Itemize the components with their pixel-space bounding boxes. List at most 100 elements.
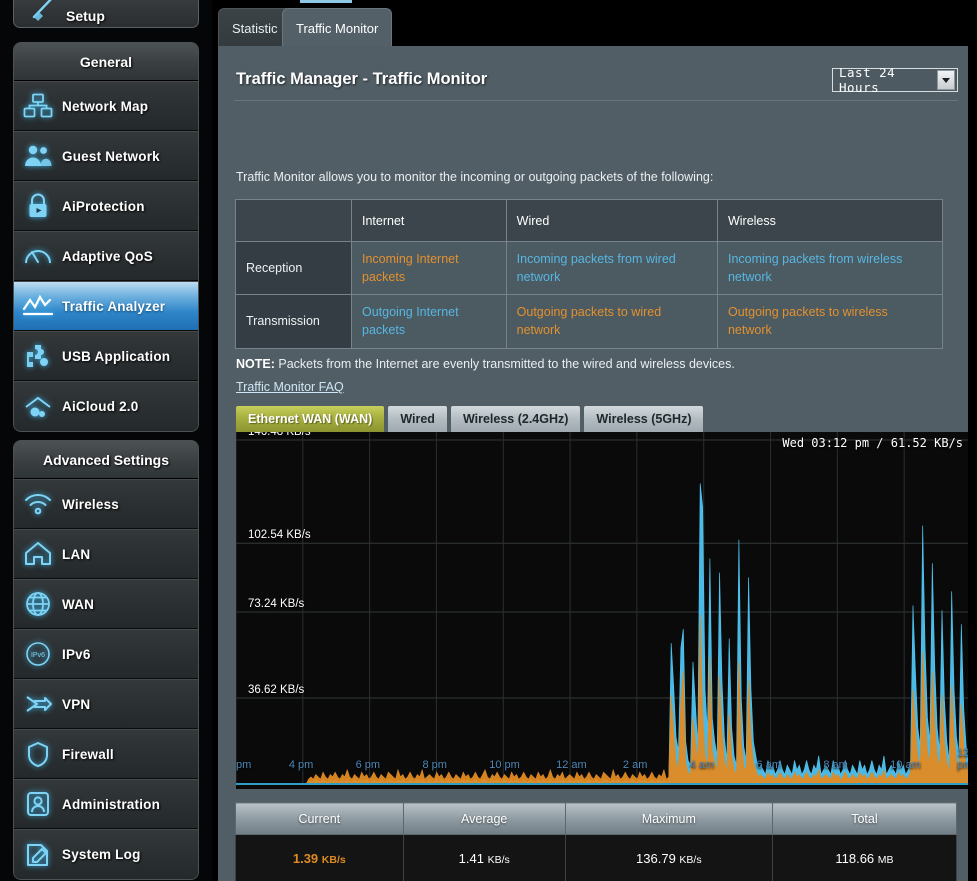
unit: KB/s (487, 854, 510, 866)
value: 1.39 (292, 851, 319, 866)
sidebar-item-vpn[interactable]: VPN (14, 679, 198, 729)
subtab-wired[interactable]: Wired (388, 406, 447, 432)
period-value: Last 24 Hours (839, 65, 896, 95)
sidebar-label: Firewall (62, 746, 114, 762)
unit: KB/s (321, 854, 346, 866)
x-axis-tick-label: 12 am (556, 759, 587, 771)
sidebar-label: Network Map (62, 98, 149, 114)
shield-icon (14, 736, 62, 772)
chart-line-icon (14, 288, 62, 324)
row-label-transmission: Transmission (235, 294, 352, 349)
traffic-chart[interactable]: 146.48 KB/s 102.54 KB/s 73.24 KB/s 36.62… (236, 432, 971, 789)
unit: MB (877, 854, 894, 866)
chart-baseline (236, 783, 971, 785)
cell-reception-wired: Incoming packets from wired network (505, 240, 718, 296)
tab-statistic[interactable]: Statistic (218, 8, 292, 48)
cell-transmission-wired: Outgoing packets to wired network (505, 294, 718, 349)
sidebar-item-wan[interactable]: WAN (14, 579, 198, 629)
stats-reception-maximum: 136.79 KB/s (564, 834, 773, 881)
cloud-house-icon (14, 389, 62, 425)
sidebar-item-system-log[interactable]: System Log (14, 829, 198, 879)
sidebar-item-ipv6[interactable]: IPv6 IPv6 (14, 629, 198, 679)
sidebar-item-aiprotection[interactable]: AiProtection (14, 181, 198, 231)
ipv6-globe-icon: IPv6 (14, 636, 62, 672)
tab-bar: Statistic Traffic Monitor (212, 0, 977, 48)
tab-traffic-monitor[interactable]: Traffic Monitor (282, 8, 393, 48)
y-axis-label: 102.54 KB/s (248, 529, 311, 542)
wand-icon (32, 0, 52, 21)
quick-internet-setup-button[interactable]: Setup (13, 0, 199, 28)
sidebar-item-lan[interactable]: LAN (14, 529, 198, 579)
user-icon (14, 786, 62, 822)
gauge-icon (14, 238, 62, 274)
x-axis-tick-label: 4 pm (288, 759, 314, 771)
sidebar-label: WAN (62, 596, 95, 612)
sidebar-item-traffic-analyzer[interactable]: Traffic Analyzer (14, 281, 198, 331)
right-edge-strip (968, 0, 977, 881)
sidebar-item-adaptive-qos[interactable]: Adaptive QoS (14, 231, 198, 281)
puzzle-icon (14, 338, 62, 374)
note-body: Packets from the Internet are evenly tra… (274, 357, 735, 371)
sidebar-item-firewall[interactable]: Firewall (14, 729, 198, 779)
stats-reception-average: 1.41 KB/s (402, 834, 566, 881)
period-select[interactable]: Last 24 Hours (832, 65, 958, 95)
stats-reception-total: 118.66 MB (771, 834, 958, 881)
value: 136.79 (636, 851, 676, 866)
sidebar-label: Wireless (62, 496, 120, 512)
traffic-monitor-faq-link[interactable]: Traffic Monitor FAQ (236, 380, 344, 394)
x-axis-tick-label: 6 am (756, 759, 781, 771)
sidebar-item-wireless[interactable]: Wireless (14, 479, 198, 529)
sidebar-label: LAN (62, 546, 91, 562)
col-header-internet: Internet (351, 199, 507, 242)
note-text: NOTE: Packets from the Internet are even… (236, 357, 735, 371)
sidebar-label: AiCloud 2.0 (62, 399, 139, 414)
traffic-chart-canvas (236, 432, 971, 785)
stats-col-current: Current (235, 802, 404, 835)
x-axis-tick-label: 2 am (622, 759, 648, 771)
interface-subtabs: Ethernet WAN (WAN) Wired Wireless (2.4GH… (236, 406, 707, 432)
sidebar-label: Adaptive QoS (62, 248, 153, 264)
active-tab-underline (300, 0, 352, 3)
value: 1.41 (458, 851, 484, 866)
sidebar-label: AiProtection (62, 198, 145, 214)
subtab-wireless-5[interactable]: Wireless (5GHz) (584, 406, 704, 432)
wifi-icon (14, 486, 62, 522)
table-row: Transmission Outgoing Internet packets O… (235, 294, 944, 349)
sidebar-item-usb-application[interactable]: USB Application (14, 331, 198, 381)
svg-text:IPv6: IPv6 (31, 652, 45, 659)
pencil-page-icon (14, 837, 62, 873)
sidebar: Setup General Network Map Guest Network … (0, 0, 212, 881)
sidebar-label: Traffic Analyzer (62, 298, 166, 314)
sidebar-item-administration[interactable]: Administration (14, 779, 198, 829)
sidebar-item-guest-network[interactable]: Guest Network (14, 131, 198, 181)
sidebar-label: Guest Network (62, 148, 160, 164)
stats-header-row: Current Average Maximum Total (235, 802, 958, 835)
sidebar-label: IPv6 (62, 646, 91, 662)
main-region: Statistic Traffic Monitor Traffic Manage… (212, 0, 977, 881)
cell-transmission-wireless: Outgoing packets to wireless network (716, 294, 944, 349)
table-row: Reception Incoming Internet packets Inco… (235, 240, 944, 296)
row-label-reception: Reception (235, 240, 352, 296)
col-header-wireless: Wireless (716, 199, 944, 242)
sidebar-item-aicloud[interactable]: AiCloud 2.0 (14, 381, 198, 431)
table-header-row: Internet Wired Wireless (235, 199, 944, 242)
traffic-info-table: Internet Wired Wireless Reception Incomi… (235, 199, 944, 349)
cell-transmission-internet: Outgoing Internet packets (351, 294, 507, 349)
col-header-wired: Wired (505, 199, 718, 242)
vpn-arrow-icon (14, 686, 62, 722)
x-axis-tick-label: 10 pm (489, 759, 520, 771)
sidebar-item-network-map[interactable]: Network Map (14, 81, 198, 131)
stats-col-total: Total (771, 802, 958, 835)
col-header-blank (235, 199, 352, 242)
subtab-ethernet-wan[interactable]: Ethernet WAN (WAN) (236, 406, 385, 432)
title-divider (234, 100, 958, 101)
group-title-advanced: Advanced Settings (14, 441, 198, 479)
subtab-wireless-24[interactable]: Wireless (2.4GHz) (450, 406, 581, 432)
x-axis-tick-label: 10 am (890, 759, 921, 771)
sidebar-label: USB Application (62, 348, 171, 364)
unit: KB/s (679, 854, 702, 866)
cell-reception-internet: Incoming Internet packets (351, 240, 507, 296)
guest-network-icon (14, 138, 62, 174)
chevron-down-icon[interactable] (937, 70, 955, 90)
stats-col-maximum: Maximum (564, 802, 773, 835)
